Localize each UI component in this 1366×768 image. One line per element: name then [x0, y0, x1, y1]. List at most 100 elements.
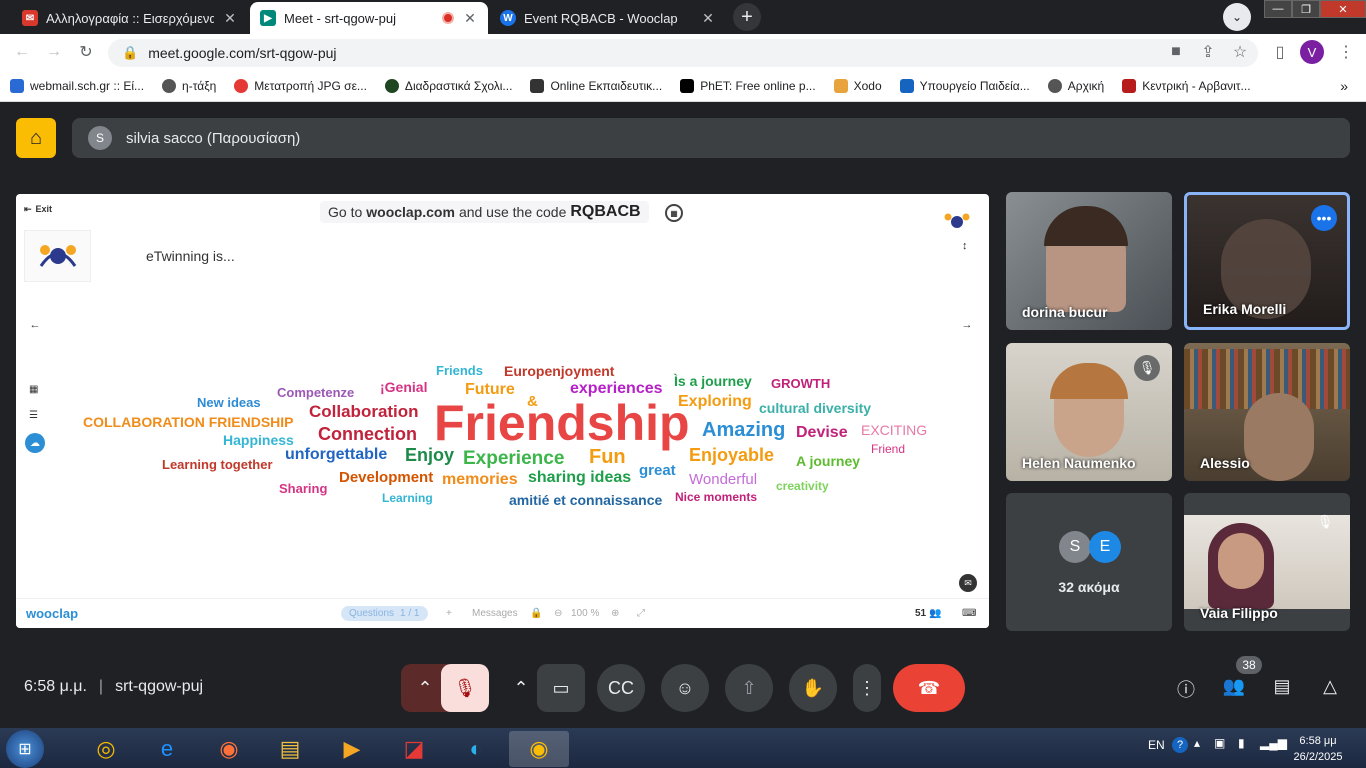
word-cloud-word: Exploring — [678, 393, 752, 410]
emoji-button[interactable]: ☺ — [661, 664, 709, 712]
side-panel-icon[interactable]: ▯ — [1268, 40, 1292, 64]
close-tab-icon[interactable]: ✕ — [222, 10, 238, 27]
profile-avatar[interactable]: V — [1300, 40, 1324, 64]
share-icon[interactable]: ⇪ — [1196, 40, 1220, 64]
xodo-icon — [833, 78, 848, 93]
internet-explorer-icon[interactable]: e — [145, 731, 189, 767]
acrobat-icon[interactable]: ◪ — [392, 731, 436, 767]
present-button[interactable]: ⇧ — [725, 664, 773, 712]
bookmark-item[interactable]: Αρχική — [1047, 78, 1104, 93]
message-icon[interactable]: ✉ — [959, 574, 977, 592]
camera-toggle-button[interactable]: ▭ — [537, 664, 585, 712]
signal-icon[interactable]: ▂▄▆ — [1260, 736, 1287, 750]
bookmark-item[interactable]: Κεντρική - Αρβανιτ... — [1122, 78, 1251, 93]
leave-call-button[interactable]: ☎ — [893, 664, 965, 712]
questions-pill[interactable]: Questions 1 / 1 — [341, 606, 428, 621]
bookmark-item[interactable]: Xodo — [833, 78, 882, 93]
messages-label[interactable]: Messages — [472, 608, 518, 619]
word-cloud-word: ¡Genial — [380, 379, 428, 395]
language-indicator[interactable]: EN — [1148, 738, 1165, 752]
word-cloud-word: Friend — [871, 442, 906, 456]
participant-tile[interactable]: 🎙 Helen Naumenko — [1006, 343, 1172, 481]
participant-tile[interactable]: 🎙 Vaia Filippo — [1184, 493, 1350, 631]
people-icon: 👥 — [929, 608, 942, 619]
address-bar[interactable]: 🔒 meet.google.com/srt-qgow-puj — [108, 39, 1258, 67]
bookmark-item[interactable]: PhET: Free online p... — [680, 78, 816, 93]
graduation-icon — [1122, 78, 1137, 93]
word-cloud-word: Friendship — [434, 395, 690, 451]
more-options-icon[interactable]: ••• — [1311, 205, 1337, 231]
bookmark-item[interactable]: Online Εκπαιδευτικ... — [530, 78, 662, 93]
back-icon[interactable]: ← — [10, 40, 34, 64]
bookmark-item[interactable]: η-τάξη — [162, 78, 216, 93]
media-player-icon[interactable]: ▶ — [330, 731, 374, 767]
presenter-label: silvia sacco (Παρουσίαση) — [126, 129, 301, 147]
tab-meet[interactable]: ▶ Meet - srt-qgow-puj ✕ — [250, 2, 488, 34]
participant-tile[interactable]: dorina bucur — [1006, 192, 1172, 330]
mic-off-icon: 🎙 — [1134, 355, 1160, 381]
participant-tile[interactable]: Alessio — [1184, 343, 1350, 481]
more-options-button[interactable]: ⋮ — [853, 664, 881, 712]
chrome-icon[interactable]: ◉ — [509, 731, 569, 767]
meet-present-icon[interactable]: ⌂ — [16, 118, 56, 158]
maximize-button[interactable]: ❐ — [1292, 0, 1320, 18]
ministry-icon — [899, 78, 914, 93]
interactive-icon — [384, 78, 399, 93]
zoom-out-icon[interactable]: ⊖ — [554, 608, 562, 619]
meeting-details-icon[interactable]: ⓘ — [1174, 676, 1198, 700]
more-participants-tile[interactable]: S E 32 ακόμα — [1006, 493, 1172, 631]
tray-expand-icon[interactable]: ▴ — [1194, 736, 1200, 750]
help-icon[interactable]: ? — [1172, 737, 1188, 753]
start-button[interactable]: ⊞ — [6, 730, 44, 768]
tab-search-button[interactable]: ⌄ — [1223, 3, 1251, 31]
bookmark-item[interactable]: Υπουργείο Παιδεία... — [899, 78, 1030, 93]
edge-icon[interactable]: ◐ — [454, 731, 498, 767]
heart-icon — [234, 78, 249, 93]
word-cloud-word: Experience — [463, 448, 565, 469]
firefox-icon[interactable]: ◉ — [207, 731, 251, 767]
file-explorer-icon[interactable]: ▤ — [268, 731, 312, 767]
keyboard-icon[interactable]: ⌨ — [962, 608, 976, 619]
new-tab-button[interactable]: + — [733, 3, 761, 31]
tab-mail[interactable]: ✉ Αλληλογραφία :: Εισερχόμενα ✕ — [12, 2, 248, 34]
forward-icon[interactable]: → — [42, 40, 66, 64]
presentation-slide: ⇤ Exit Go to wooclap.com and use the code… — [16, 194, 989, 628]
bookmark-item[interactable]: Διαδραστικά Σχολι... — [384, 78, 512, 93]
people-icon[interactable]: 👥 — [1222, 676, 1246, 700]
word-cloud-word: Devise — [796, 424, 848, 441]
word-cloud-word: Amazing — [702, 419, 786, 441]
word-cloud-word: GROWTH — [771, 376, 831, 391]
word-cloud-word: experiences — [570, 380, 663, 397]
menu-icon[interactable]: ⋮ — [1334, 40, 1358, 64]
tab-wooclap[interactable]: W Event RQBACB - Wooclap ✕ — [490, 2, 726, 34]
recording-icon — [442, 12, 454, 24]
activities-icon[interactable]: △ — [1318, 676, 1342, 700]
fullscreen-icon[interactable]: ⤢ — [637, 608, 645, 619]
minimize-button[interactable]: — — [1264, 0, 1292, 18]
word-cloud-word: great — [639, 462, 676, 479]
network-icon[interactable]: ▮ — [1238, 736, 1245, 750]
close-window-button[interactable]: ✕ — [1320, 0, 1366, 18]
clock[interactable]: 6:58 μμ 26/2/2025 — [1290, 733, 1346, 765]
wooclap-icon: W — [500, 10, 516, 26]
camera-icon[interactable]: ■ — [1164, 40, 1188, 64]
bookmark-star-icon[interactable]: ☆ — [1228, 40, 1252, 64]
reload-icon[interactable]: ↻ — [74, 40, 98, 64]
raise-hand-button[interactable]: ✋ — [789, 664, 837, 712]
bookmark-item[interactable]: Μετατροπή JPG σε... — [234, 78, 367, 93]
tray-icon[interactable]: ▣ — [1214, 736, 1225, 750]
zoom-in-icon[interactable]: ⊕ — [611, 608, 619, 619]
zoom-level: 100 % — [571, 608, 600, 619]
captions-button[interactable]: CC — [597, 664, 645, 712]
bookmark-item[interactable]: webmail.sch.gr :: Εί... — [10, 78, 144, 93]
more-bookmarks-icon[interactable]: » — [1340, 78, 1348, 94]
add-icon[interactable]: + — [446, 608, 452, 619]
taskbar-app-icon[interactable]: ◎ — [84, 731, 128, 767]
close-tab-icon[interactable]: ✕ — [700, 10, 716, 27]
chat-icon[interactable]: ▤ — [1270, 676, 1294, 700]
participant-tile[interactable]: ••• Erika Morelli — [1184, 192, 1350, 330]
close-tab-icon[interactable]: ✕ — [462, 10, 478, 27]
lock-icon[interactable]: 🔒 — [530, 608, 542, 619]
word-cloud-word: memories — [442, 471, 518, 488]
mic-toggle-button[interactable]: 🎙 — [441, 664, 489, 712]
